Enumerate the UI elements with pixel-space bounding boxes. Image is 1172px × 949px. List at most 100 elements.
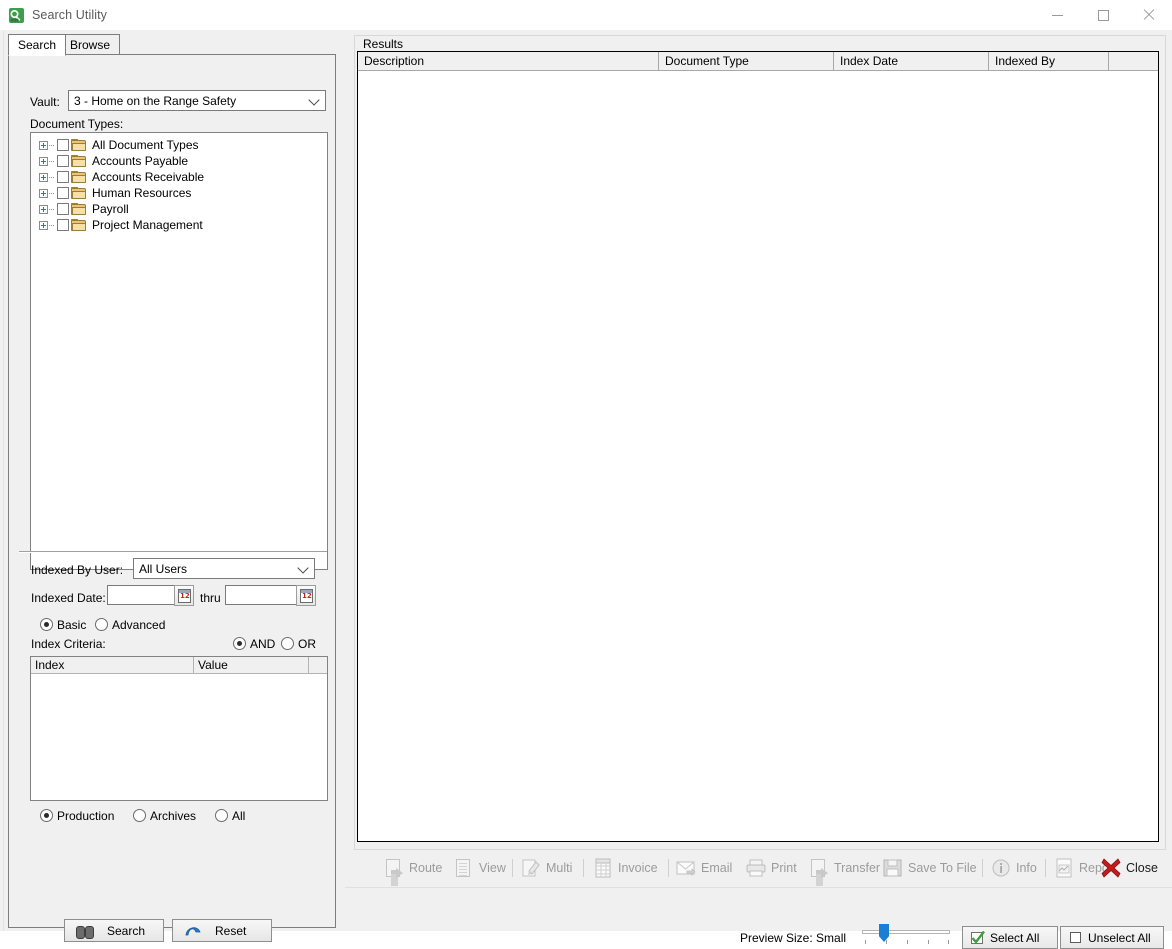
radio-or[interactable] [281,637,294,650]
transfer-button-label: Transfer [834,861,881,875]
toolbar-divider [1045,859,1046,877]
tree-node[interactable]: Accounts Receivable [39,169,327,185]
tree-checkbox[interactable] [57,187,69,199]
radio-and[interactable] [233,637,246,650]
maximize-button[interactable] [1080,0,1126,30]
expand-icon[interactable] [39,172,48,182]
folder-icon [71,154,87,168]
expand-icon[interactable] [39,220,48,230]
select-all-button[interactable]: Select All [962,926,1058,949]
tree-node-label: Accounts Receivable [92,170,205,184]
email-button[interactable]: Email [675,853,732,883]
calendar-icon-to-button[interactable] [296,585,316,606]
results-header-row: Description Document Type Index Date Ind… [358,52,1158,71]
radio-basic[interactable] [40,618,53,631]
close-icon [1143,9,1155,21]
column-header-description[interactable]: Description [358,52,659,70]
tree-connector [49,192,55,194]
results-list[interactable]: Description Document Type Index Date Ind… [357,51,1159,842]
tree-checkbox[interactable] [57,219,69,231]
vault-label: Vault: [30,95,60,109]
minimize-button[interactable] [1034,0,1080,30]
tree-node[interactable]: Project Management [39,217,327,233]
info-button-label: Info [1016,861,1037,875]
maximize-icon [1097,9,1109,21]
tree-node[interactable]: Accounts Payable [39,153,327,169]
toolbar-divider [982,859,983,877]
column-header-index-date[interactable]: Index Date [834,52,989,70]
invoice-icon [592,857,614,879]
tree-checkbox[interactable] [57,171,69,183]
view-button-label: View [479,861,506,875]
tree-node-label: Payroll [92,202,129,216]
close-window-button[interactable] [1126,0,1172,30]
unselect-all-button[interactable]: Unselect All [1060,926,1164,949]
expand-icon[interactable] [39,156,48,166]
toolbar-divider [668,859,669,877]
folder-icon [71,218,87,232]
index-criteria-grid[interactable]: Index Value [30,656,328,801]
tree-checkbox[interactable] [57,203,69,215]
info-button[interactable]: Info [990,853,1037,883]
left-splitter[interactable] [0,31,4,931]
transfer-button[interactable]: Transfer [808,853,880,883]
tab-search-label: Search [18,38,57,52]
toolbar-divider [583,859,584,877]
radio-production[interactable] [40,809,53,822]
search-utility-icon [8,7,25,24]
expand-icon[interactable] [39,140,48,150]
calendar-icon-from-button[interactable] [174,585,194,606]
report-icon [1053,857,1075,879]
calendar-icon [178,589,191,603]
radio-production-label: Production [57,809,115,823]
slider-tick [886,940,887,944]
green-check-icon [971,930,985,945]
radio-archives[interactable] [133,809,146,822]
slider-tick [928,940,929,944]
radio-and-label: AND [250,637,276,651]
thru-label: thru [200,591,221,605]
tree-node-label: All Document Types [92,138,199,152]
column-header-document-type[interactable]: Document Type [659,52,834,70]
tab-browse[interactable]: Browse [60,34,121,55]
expand-icon[interactable] [39,204,48,214]
indexed-date-label: Indexed Date: [31,591,106,605]
tree-node[interactable]: All Document Types [39,137,327,153]
column-header-indexed-by[interactable]: Indexed By [989,52,1109,70]
indexed-date-to-input[interactable] [225,585,307,605]
index-criteria-header: Index Value [31,657,327,674]
print-button-label: Print [771,861,797,875]
preview-size-slider-thumb[interactable] [879,924,889,942]
view-button[interactable]: View [453,853,506,883]
column-header-value[interactable]: Value [194,657,309,673]
save-to-file-icon [882,857,904,879]
radio-advanced[interactable] [95,618,108,631]
right-pane: Results Description Document Type Index … [345,31,1172,931]
multi-button[interactable]: Multi [520,853,572,883]
route-button[interactable]: Route [383,853,442,883]
route-button-label: Route [409,861,443,875]
tab-search[interactable]: Search [8,34,67,56]
section-divider [19,551,327,553]
tree-node[interactable]: Human Resources [39,185,327,201]
invoice-button[interactable]: Invoice [592,853,658,883]
vault-dropdown[interactable]: 3 - Home on the Range Safety [68,90,326,111]
save-to-file-button[interactable]: Save To File [882,853,977,883]
radio-all[interactable] [215,809,228,822]
tree-checkbox[interactable] [57,155,69,167]
print-button[interactable]: Print [745,853,797,883]
expand-icon[interactable] [39,188,48,198]
radio-basic-label: Basic [57,618,87,632]
close-button[interactable]: Close [1100,853,1158,883]
chevron-down-icon [310,98,318,103]
invoice-button-label: Invoice [618,861,658,875]
indexed-by-user-dropdown[interactable]: All Users [133,558,315,579]
tree-node[interactable]: Payroll [39,201,327,217]
unselect-all-label: Unselect All [1088,930,1151,945]
indexed-by-user-value: All Users [139,562,188,576]
document-types-tree[interactable]: All Document Types Accounts Payable Acco… [30,132,328,570]
tree-checkbox[interactable] [57,139,69,151]
results-legend: Results [360,37,407,51]
column-header-index[interactable]: Index [31,657,194,673]
slider-tick [907,940,908,944]
